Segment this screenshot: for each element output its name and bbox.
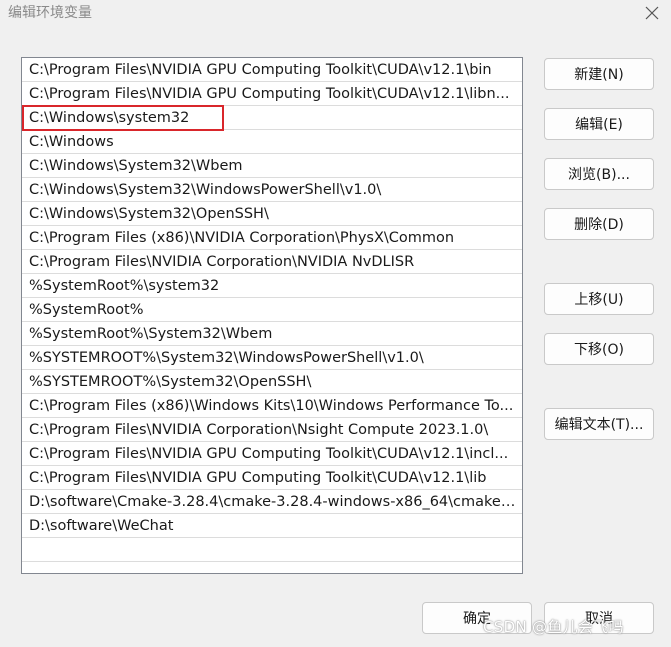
list-item[interactable]: C:\Program Files\NVIDIA GPU Computing To… bbox=[22, 82, 522, 106]
delete-button[interactable]: 删除(D) bbox=[544, 208, 654, 240]
list-item[interactable]: %SYSTEMROOT%\System32\OpenSSH\ bbox=[22, 370, 522, 394]
list-item[interactable]: C:\Program Files (x86)\Windows Kits\10\W… bbox=[22, 394, 522, 418]
list-item[interactable]: C:\Program Files\NVIDIA Corporation\Nsig… bbox=[22, 418, 522, 442]
close-icon bbox=[645, 6, 659, 20]
list-item[interactable]: D:\software\WeChat bbox=[22, 514, 522, 538]
csdn-watermark: CSDN @鱼儿会飞吗 bbox=[483, 618, 624, 636]
list-item[interactable]: C:\Program Files\NVIDIA GPU Computing To… bbox=[22, 58, 522, 82]
browse-button[interactable]: 浏览(B)... bbox=[544, 158, 654, 190]
list-item[interactable]: C:\Windows bbox=[22, 130, 522, 154]
list-item[interactable]: C:\Program Files\NVIDIA Corporation\NVID… bbox=[22, 250, 522, 274]
list-item[interactable]: C:\Windows\System32\WindowsPowerShell\v1… bbox=[22, 178, 522, 202]
list-item[interactable]: %SystemRoot%\System32\Wbem bbox=[22, 322, 522, 346]
move-down-button[interactable]: 下移(O) bbox=[544, 333, 654, 365]
list-item[interactable]: D:\software\Cmake-3.28.4\cmake-3.28.4-wi… bbox=[22, 490, 522, 514]
list-item[interactable]: C:\Windows\System32\Wbem bbox=[22, 154, 522, 178]
list-item[interactable]: %SystemRoot%\system32 bbox=[22, 274, 522, 298]
edit-env-variable-dialog: 编辑环境变量 C:\Program Files\NVIDIA GPU Compu… bbox=[0, 0, 671, 647]
edit-text-button[interactable]: 编辑文本(T)... bbox=[544, 408, 654, 440]
list-item[interactable]: C:\Program Files\NVIDIA GPU Computing To… bbox=[22, 442, 522, 466]
new-button[interactable]: 新建(N) bbox=[544, 58, 654, 90]
edit-button[interactable]: 编辑(E) bbox=[544, 108, 654, 140]
path-list[interactable]: C:\Program Files\NVIDIA GPU Computing To… bbox=[21, 57, 523, 574]
close-button[interactable] bbox=[639, 0, 665, 26]
list-item[interactable]: C:\Program Files (x86)\NVIDIA Corporatio… bbox=[22, 226, 522, 250]
empty-list-row[interactable] bbox=[22, 538, 522, 562]
list-item[interactable]: %SYSTEMROOT%\System32\WindowsPowerShell\… bbox=[22, 346, 522, 370]
list-item[interactable]: C:\Program Files\NVIDIA GPU Computing To… bbox=[22, 466, 522, 490]
move-up-button[interactable]: 上移(U) bbox=[544, 283, 654, 315]
list-item[interactable]: %SystemRoot% bbox=[22, 298, 522, 322]
dialog-title: 编辑环境变量 bbox=[8, 5, 92, 21]
list-item[interactable]: C:\Windows\System32\OpenSSH\ bbox=[22, 202, 522, 226]
list-item[interactable]: C:\Windows\system32 bbox=[22, 106, 522, 130]
